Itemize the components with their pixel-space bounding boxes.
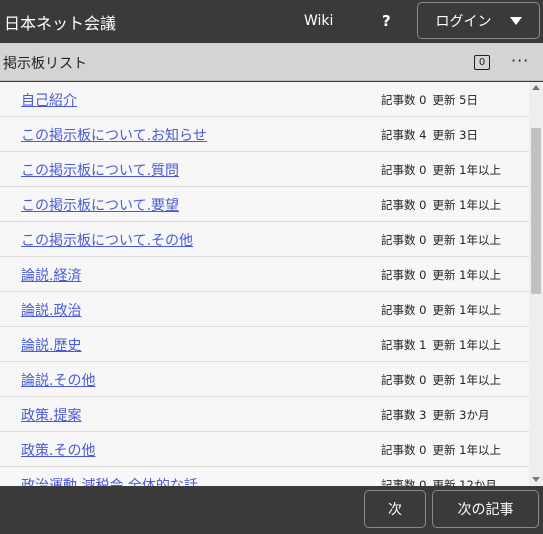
post-count: 記事数 0 bbox=[381, 478, 427, 486]
updated-time: 更新 1年以上 bbox=[432, 338, 501, 352]
post-count: 記事数 1 bbox=[381, 338, 427, 352]
post-count: 記事数 3 bbox=[381, 408, 427, 422]
updated-time: 更新 1年以上 bbox=[432, 303, 501, 317]
app-title: 日本ネット会議 bbox=[4, 14, 117, 33]
updated-time: 更新 1年以上 bbox=[432, 268, 501, 282]
updated-time: 更新 12か月 bbox=[432, 478, 497, 486]
board-link[interactable]: 論説.経済 bbox=[21, 265, 81, 285]
board-meta: 記事数 0 更新 1年以上 bbox=[381, 162, 501, 178]
post-count: 記事数 0 bbox=[381, 268, 427, 282]
updated-time: 更新 1年以上 bbox=[432, 233, 501, 247]
more-options-icon[interactable]: ··· bbox=[511, 51, 529, 70]
updated-time: 更新 1年以上 bbox=[432, 163, 501, 177]
list-item: 論説.政治 記事数 0 更新 1年以上 bbox=[0, 292, 529, 327]
scroll-down-arrow-icon[interactable] bbox=[532, 477, 540, 482]
updated-time: 更新 1年以上 bbox=[432, 373, 501, 387]
board-link[interactable]: 政治運動.減税会.全体的な話 bbox=[21, 475, 198, 486]
list-item: 自己紹介 記事数 0 更新 5日 bbox=[0, 82, 529, 117]
board-list-header: 掲示板リスト 0 ··· bbox=[0, 43, 543, 81]
updated-time: 更新 1年以上 bbox=[432, 198, 501, 212]
login-label: ログイン bbox=[435, 13, 492, 30]
list-item: この掲示板について.その他 記事数 0 更新 1年以上 bbox=[0, 222, 529, 257]
board-link[interactable]: この掲示板について.質問 bbox=[21, 160, 179, 180]
updated-time: 更新 3か月 bbox=[432, 408, 490, 422]
footer-bar: 次 次の記事 bbox=[0, 486, 543, 534]
updated-time: 更新 5日 bbox=[432, 93, 478, 107]
list-scrollbar[interactable] bbox=[529, 82, 543, 486]
board-list-title: 掲示板リスト bbox=[3, 56, 87, 72]
board-link[interactable]: この掲示板について.その他 bbox=[21, 230, 193, 250]
list-item: 政策.その他 記事数 0 更新 1年以上 bbox=[0, 432, 529, 467]
board-link[interactable]: 論説.政治 bbox=[21, 300, 81, 320]
next-post-button[interactable]: 次の記事 bbox=[432, 490, 539, 528]
list-item: この掲示板について.お知らせ 記事数 4 更新 3日 bbox=[0, 117, 529, 152]
board-meta: 記事数 3 更新 3か月 bbox=[381, 407, 489, 423]
list-item: 論説.その他 記事数 0 更新 1年以上 bbox=[0, 362, 529, 397]
board-link[interactable]: 論説.その他 bbox=[21, 370, 95, 390]
board-link[interactable]: この掲示板について.要望 bbox=[21, 195, 179, 215]
board-meta: 記事数 0 更新 1年以上 bbox=[381, 372, 501, 388]
board-meta: 記事数 1 更新 1年以上 bbox=[381, 337, 501, 353]
post-count: 記事数 0 bbox=[381, 373, 427, 387]
post-count: 記事数 0 bbox=[381, 93, 427, 107]
board-list: 自己紹介 記事数 0 更新 5日 この掲示板について.お知らせ 記事数 4 更新 3… bbox=[0, 82, 529, 486]
post-count: 記事数 0 bbox=[381, 233, 427, 247]
board-meta: 記事数 0 更新 5日 bbox=[381, 92, 478, 108]
board-meta: 記事数 4 更新 3日 bbox=[381, 127, 478, 143]
login-dropdown-button[interactable]: ログイン bbox=[417, 2, 540, 39]
board-meta: 記事数 0 更新 1年以上 bbox=[381, 232, 501, 248]
top-bar: 日本ネット会議 Wiki ? ログイン bbox=[0, 0, 543, 43]
updated-time: 更新 1年以上 bbox=[432, 443, 501, 457]
list-item: 論説.経済 記事数 0 更新 1年以上 bbox=[0, 257, 529, 292]
board-link[interactable]: 自己紹介 bbox=[21, 90, 77, 110]
next-button[interactable]: 次 bbox=[364, 490, 426, 528]
scroll-thumb[interactable] bbox=[531, 128, 541, 294]
board-link[interactable]: 政策.提案 bbox=[21, 405, 81, 425]
wiki-link[interactable]: Wiki bbox=[304, 13, 333, 29]
board-link[interactable]: この掲示板について.お知らせ bbox=[21, 125, 207, 145]
list-item: 論説.歴史 記事数 1 更新 1年以上 bbox=[0, 327, 529, 362]
board-link[interactable]: 政策.その他 bbox=[21, 440, 95, 460]
board-link[interactable]: 論説.歴史 bbox=[21, 335, 81, 355]
post-count: 記事数 0 bbox=[381, 198, 427, 212]
count-badge[interactable]: 0 bbox=[474, 55, 490, 70]
board-meta: 記事数 0 更新 12か月 bbox=[381, 477, 497, 486]
list-item: この掲示板について.要望 記事数 0 更新 1年以上 bbox=[0, 187, 529, 222]
post-count: 記事数 0 bbox=[381, 163, 427, 177]
list-item: この掲示板について.質問 記事数 0 更新 1年以上 bbox=[0, 152, 529, 187]
board-meta: 記事数 0 更新 1年以上 bbox=[381, 267, 501, 283]
post-count: 記事数 0 bbox=[381, 303, 427, 317]
help-link[interactable]: ? bbox=[382, 12, 391, 30]
board-meta: 記事数 0 更新 1年以上 bbox=[381, 302, 501, 318]
post-count: 記事数 0 bbox=[381, 443, 427, 457]
board-meta: 記事数 0 更新 1年以上 bbox=[381, 197, 501, 213]
board-meta: 記事数 0 更新 1年以上 bbox=[381, 442, 501, 458]
list-item: 政策.提案 記事数 3 更新 3か月 bbox=[0, 397, 529, 432]
post-count: 記事数 4 bbox=[381, 128, 427, 142]
scroll-up-arrow-icon[interactable] bbox=[532, 85, 540, 90]
chevron-down-icon bbox=[509, 16, 522, 25]
list-item: 政治運動.減税会.全体的な話 記事数 0 更新 12か月 bbox=[0, 467, 529, 486]
updated-time: 更新 3日 bbox=[432, 128, 478, 142]
